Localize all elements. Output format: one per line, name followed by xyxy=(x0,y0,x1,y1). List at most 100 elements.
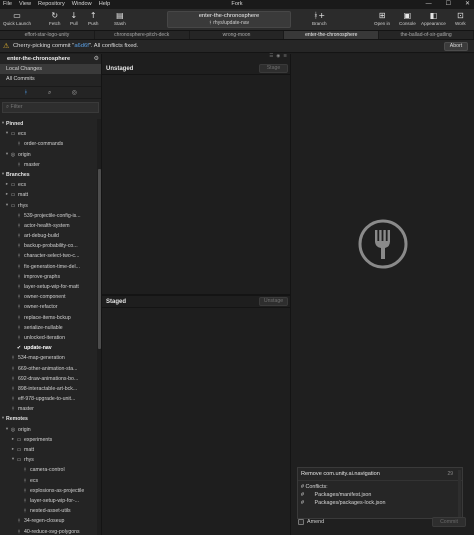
branch-item[interactable]: ᚼ character-select-two-c... xyxy=(0,251,97,261)
branch-item[interactable]: ᚼ serialize-nullable xyxy=(0,323,97,333)
abort-button[interactable]: Abort xyxy=(444,42,468,51)
remote-branch-item[interactable]: ᚼ 34-regen-closeup xyxy=(0,516,97,526)
remote-branch-item[interactable]: ᚼ layer-setup-wip-for-... xyxy=(0,496,97,506)
branch-item[interactable]: ᚼ 898-interactable-art-bck... xyxy=(0,384,97,394)
tab-wrong-moon[interactable]: wrong-moon xyxy=(190,31,285,39)
unstaged-panel: ☰ ◉ ≡ Unstaged Stage xyxy=(102,54,290,294)
branch-item[interactable]: ᚼ 669-other-animation-sta... xyxy=(0,364,97,374)
remotes-section[interactable]: ▾ Remotes xyxy=(0,414,97,424)
branch-item[interactable]: ᚼ fix-generation-time-del... xyxy=(0,262,97,272)
unstage-button[interactable]: Unstage xyxy=(259,297,288,306)
branch-item[interactable]: ᚼ improve-graphs xyxy=(0,272,97,282)
pull-button[interactable]: ↓ Pull xyxy=(70,11,78,26)
console-button[interactable]: ▣ Console xyxy=(399,11,416,26)
pinned-branch-master[interactable]: ᚼ master xyxy=(0,160,97,170)
sidebar-item-all-commits[interactable]: All Commits xyxy=(0,74,101,84)
fetch-button[interactable]: ↻ Fetch xyxy=(49,11,61,26)
branch-folder-rhys[interactable]: ▾ ▭ rhys xyxy=(0,201,97,211)
stash-label: Stash xyxy=(114,21,126,26)
appearance-button[interactable]: ◧ Appearance xyxy=(421,11,446,26)
amend-checkbox[interactable]: Amend xyxy=(298,519,324,525)
branch-item-label: 898-interactable-art-bck... xyxy=(18,385,78,392)
sidebar-filter-input[interactable]: ⌕ Filter xyxy=(2,102,99,113)
branches-section[interactable]: ▾ Branches xyxy=(0,170,97,180)
branch-item[interactable]: ᚼ eff-978-upgrade-to-unit... xyxy=(0,394,97,404)
quick-launch-label: Quick Launch xyxy=(3,21,32,26)
commit-description-input[interactable]: # Conflicts: # Packages/manifest.json # … xyxy=(301,483,386,507)
pull-icon: ↓ xyxy=(70,11,78,20)
branch-item[interactable]: ᚼ replace-items-bckup xyxy=(0,313,97,323)
menu-icon[interactable]: ≡ xyxy=(283,54,287,61)
open-in-button[interactable]: ⊞ Open in xyxy=(374,11,390,26)
branches-view-icon[interactable]: ᚼ xyxy=(24,89,28,96)
gear-icon[interactable]: ⚙ xyxy=(94,54,99,64)
list-view-icon[interactable]: ☰ xyxy=(269,54,273,61)
branch-item-label: 534-map-generation xyxy=(18,355,65,362)
branch-item[interactable]: ᚼ unlocked-iteration xyxy=(0,333,97,343)
tab-effort-star-logo-unity[interactable]: effort-star-logo-unity xyxy=(0,31,95,39)
commit-scrollbar[interactable] xyxy=(458,470,461,518)
maximize-icon[interactable]: ☐ xyxy=(446,0,451,9)
stash-button[interactable]: ▤ Stash xyxy=(114,11,126,26)
staged-title: Staged xyxy=(106,299,127,305)
branch-item[interactable]: ᚼ 539-projectile-config-is... xyxy=(0,211,97,221)
remote-branch-item[interactable]: ᚼ explosions-as-projectile xyxy=(0,486,97,496)
branch-folder-ecs[interactable]: ▸ ▭ ecs xyxy=(0,180,97,190)
eye-icon[interactable]: ◉ xyxy=(276,54,280,61)
sidebar-scrollbar-thumb[interactable] xyxy=(97,169,101,349)
commit-button[interactable]: Commit xyxy=(432,517,466,527)
remote-branch-item[interactable]: ᚼ camera-control xyxy=(0,465,97,475)
commit-message-box[interactable]: Remove com.unity.ai.navigation 29 # Conf… xyxy=(297,467,463,519)
commit-hash-link[interactable]: a6d6f xyxy=(74,43,89,49)
branch-icon: ᚼ xyxy=(17,304,21,311)
pinned-remote-origin[interactable]: ▾ ◎ origin xyxy=(0,150,97,160)
checkbox-icon[interactable] xyxy=(298,519,304,525)
current-branch-item[interactable]: ✔ update-nav xyxy=(0,343,97,353)
remote-branch-label: 34-regen-closeup xyxy=(24,518,65,525)
branch-folder-matt[interactable]: ▸ ▭ matt xyxy=(0,190,97,200)
pinned-section[interactable]: ▾ Pinned xyxy=(0,119,97,129)
quick-launch-button[interactable]: ▭ Quick Launch xyxy=(3,11,31,26)
fetch-icon: ↻ xyxy=(51,11,59,20)
branch-item[interactable]: ᚼ owner-component xyxy=(0,292,97,302)
tab-chronosphere-pitch-deck[interactable]: chronosphere-pitch-deck xyxy=(95,31,190,39)
workspace-button[interactable]: ⊡ Work xyxy=(455,11,466,26)
branch-icon: ᚼ xyxy=(17,334,21,341)
folder-icon: ▭ xyxy=(10,182,16,189)
remote-branch-item[interactable]: ᚼ nested-asset-utils xyxy=(0,506,97,516)
branch-item-label: art-debug-build xyxy=(24,233,59,240)
local-changes-label: Local Changes xyxy=(6,66,42,72)
branch-item-label: 669-other-animation-sta... xyxy=(18,365,78,372)
branch-item[interactable]: ᚼ actor-health-system xyxy=(0,221,97,231)
branch-item[interactable]: ᚼ 534-map-generation xyxy=(0,353,97,363)
remote-folder-matt[interactable]: ▸ ▭ matt xyxy=(0,445,97,455)
remote-folder-experiments[interactable]: ▸ ▭ experiments xyxy=(0,435,97,445)
sidebar-item-local-changes[interactable]: Local Changes xyxy=(0,64,101,74)
push-button[interactable]: ↑ Push xyxy=(88,11,98,26)
branch-icon: ᚼ xyxy=(17,518,21,525)
remote-branch-item[interactable]: ᚼ ecs xyxy=(0,476,97,486)
tab-the-ballad-of-sir-gatling[interactable]: the-ballad-of-sir-gatling xyxy=(379,31,474,39)
branch-item[interactable]: ᚼ master xyxy=(0,404,97,414)
sidebar-scrollbar[interactable] xyxy=(97,119,101,535)
remote-branch-item[interactable]: ᚼ 40-reduce-svg-polygons xyxy=(0,527,97,535)
remote-folder-rhys[interactable]: ▾ ▭ rhys xyxy=(0,455,97,465)
close-icon[interactable]: ✕ xyxy=(465,0,470,9)
branch-button[interactable]: ᚼ+ Branch xyxy=(312,11,327,26)
tab-enter-the-chronosphere[interactable]: enter-the-chronosphere xyxy=(284,31,380,39)
commit-summary-input[interactable]: Remove com.unity.ai.navigation xyxy=(301,471,380,477)
remote-origin[interactable]: ▾ ◎ origin xyxy=(0,425,97,435)
branch-item[interactable]: ᚼ art-debug-build xyxy=(0,231,97,241)
search-icon[interactable]: ⌕ xyxy=(48,89,51,97)
branch-item[interactable]: ᚼ backup-probability-co... xyxy=(0,241,97,251)
repository-selector[interactable]: enter-the-chronosphere ᚼ rhys/update-nav xyxy=(167,11,291,28)
stage-button[interactable]: Stage xyxy=(259,64,288,73)
branch-item[interactable]: ᚼ layer-setup-wip-for-matt xyxy=(0,282,97,292)
pinned-branch-order-commands[interactable]: ᚼ order-commands xyxy=(0,139,97,149)
github-icon[interactable]: ◎ xyxy=(72,89,77,96)
pinned-folder-ecs[interactable]: ▾ ▭ ecs xyxy=(0,129,97,139)
branch-item[interactable]: ᚼ owner-refactor xyxy=(0,302,97,312)
sidebar-repo-title: enter-the-chronosphere ⚙ xyxy=(0,54,101,64)
minimize-icon[interactable]: — xyxy=(426,0,432,9)
branch-item[interactable]: ᚼ 692-draw-animations-bo... xyxy=(0,374,97,384)
